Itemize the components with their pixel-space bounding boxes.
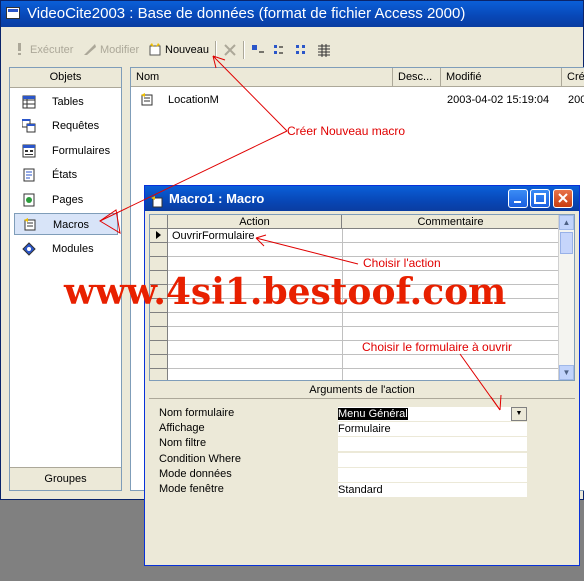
- action-arguments-title: Arguments de l'action: [149, 383, 575, 399]
- design-ruler-icon: [83, 42, 97, 56]
- report-icon: [22, 168, 36, 182]
- column-header-modified[interactable]: Modifié: [441, 68, 562, 86]
- arg-label-form-name: Nom formulaire: [159, 407, 235, 419]
- row-selector[interactable]: [150, 369, 168, 380]
- scroll-down-icon[interactable]: ▼: [559, 365, 574, 380]
- macro-icon: [23, 218, 37, 232]
- close-button[interactable]: [553, 189, 573, 208]
- execute-icon: [13, 42, 27, 56]
- details-view-icon[interactable]: [317, 43, 331, 57]
- row-selector[interactable]: [150, 327, 168, 341]
- nav-item-label: Modules: [52, 243, 94, 255]
- arg-label-view: Affichage: [159, 422, 205, 434]
- delete-icon[interactable]: [223, 43, 237, 57]
- list-item[interactable]: LocationM 2003-04-02 15:19:04 200: [131, 92, 584, 108]
- modify-label: Modifier: [100, 44, 140, 56]
- form-name-value: Menu Général: [338, 408, 408, 420]
- column-header-description[interactable]: Desc...: [393, 68, 441, 86]
- watermark-text: www.4si1.bestoof.com: [64, 271, 507, 313]
- nav-item-modules[interactable]: Modules: [14, 238, 118, 260]
- nav-item-pages[interactable]: Pages: [14, 189, 118, 211]
- macro-window-title: Macro1 : Macro: [169, 191, 265, 206]
- nav-item-label: Formulaires: [52, 145, 111, 157]
- nav-item-label: Pages: [52, 194, 84, 206]
- table-icon: [22, 95, 36, 109]
- row-selector[interactable]: [150, 243, 168, 257]
- dropdown-button[interactable]: ▼: [511, 407, 527, 421]
- list-item-modified: 2003-04-02 15:19:04: [447, 94, 550, 106]
- large-icons-view-icon[interactable]: [251, 43, 265, 57]
- nav-item-forms[interactable]: Formulaires: [14, 140, 118, 162]
- list-view-icon[interactable]: [295, 43, 309, 57]
- row-selector[interactable]: [150, 229, 168, 243]
- execute-label: Exécuter: [30, 44, 74, 56]
- grid-scrollbar[interactable]: ▲ ▼: [558, 215, 574, 380]
- column-header-created[interactable]: Cré: [562, 68, 584, 86]
- annotation-choose-action: Choisir l'action: [363, 256, 441, 270]
- access-app-icon: [6, 7, 20, 19]
- database-title-bar[interactable]: VideoCite2003 : Base de données (format …: [1, 1, 583, 27]
- data-mode-field[interactable]: [338, 468, 527, 482]
- grid-corner: [150, 215, 168, 229]
- grid-line: [168, 368, 560, 369]
- maximize-button[interactable]: [530, 189, 550, 208]
- macro-title-bar[interactable]: Macro1 : Macro: [145, 186, 579, 211]
- list-item-name: LocationM: [168, 94, 219, 106]
- toolbar-separator: [215, 41, 217, 59]
- row-selector[interactable]: [150, 313, 168, 327]
- window-mode-field[interactable]: Standard: [338, 483, 527, 497]
- macro-icon: [140, 93, 154, 112]
- row-selector[interactable]: [150, 257, 168, 271]
- form-name-field[interactable]: Menu Général: [338, 407, 527, 421]
- where-condition-field[interactable]: [338, 453, 527, 467]
- scroll-thumb[interactable]: [560, 232, 573, 254]
- column-header-action: Action: [168, 215, 342, 229]
- database-title: VideoCite2003 : Base de données (format …: [27, 5, 466, 22]
- annotation-new-macro: Créer Nouveau macro: [287, 124, 406, 138]
- arg-label-data-mode: Mode données: [159, 468, 232, 480]
- filter-name-field[interactable]: [338, 437, 527, 451]
- toolbar-separator: [243, 41, 245, 59]
- nav-item-label: Requêtes: [52, 120, 100, 132]
- arg-label-window-mode: Mode fenêtre: [159, 483, 224, 495]
- grid-line: [168, 354, 560, 355]
- nav-item-label: Macros: [53, 219, 90, 231]
- macro-icon: [151, 192, 164, 208]
- objects-header: Objets: [10, 68, 121, 88]
- nav-item-tables[interactable]: Tables: [14, 91, 118, 113]
- nav-item-macros[interactable]: Macros: [14, 213, 118, 235]
- modify-button[interactable]: Modifier: [83, 40, 139, 60]
- nav-item-label: États: [52, 169, 78, 181]
- list-item-created: 200: [568, 94, 584, 106]
- database-toolbar: Exécuter Modifier Nouveau: [1, 37, 583, 63]
- groups-button[interactable]: Groupes: [10, 467, 121, 490]
- grid-line: [168, 326, 560, 327]
- action-cell[interactable]: OuvrirFormulaire: [172, 230, 255, 243]
- new-sparkle-icon: [148, 42, 162, 56]
- arg-label-filter-name: Nom filtre: [159, 437, 207, 449]
- nav-item-reports[interactable]: États: [14, 164, 118, 186]
- list-header: Nom Desc... Modifié Cré: [131, 68, 584, 87]
- view-field[interactable]: Formulaire: [338, 422, 527, 436]
- grid-header: Action Commentaire: [150, 215, 560, 229]
- module-icon: [22, 242, 36, 256]
- nav-item-label: Tables: [52, 96, 84, 108]
- page-icon: [22, 193, 36, 207]
- row-selector[interactable]: [150, 341, 168, 355]
- small-icons-view-icon[interactable]: [273, 43, 287, 57]
- nav-item-queries[interactable]: Requêtes: [14, 115, 118, 137]
- form-icon: [22, 144, 36, 158]
- new-button[interactable]: Nouveau: [148, 40, 209, 60]
- column-header-comment: Commentaire: [342, 215, 560, 229]
- minimize-button[interactable]: [508, 189, 528, 208]
- scroll-up-icon[interactable]: ▲: [559, 215, 574, 230]
- row-selector[interactable]: [150, 355, 168, 369]
- annotation-choose-form: Choisir le formulaire à ouvrir: [362, 340, 513, 354]
- macro-window: Macro1 : Macro Action Commentaire Ouvrir…: [144, 185, 580, 566]
- arg-label-where-condition: Condition Where: [159, 453, 241, 465]
- query-icon: [21, 118, 36, 133]
- new-label: Nouveau: [165, 44, 210, 56]
- column-header-name[interactable]: Nom: [131, 68, 393, 86]
- execute-button[interactable]: Exécuter: [13, 40, 73, 60]
